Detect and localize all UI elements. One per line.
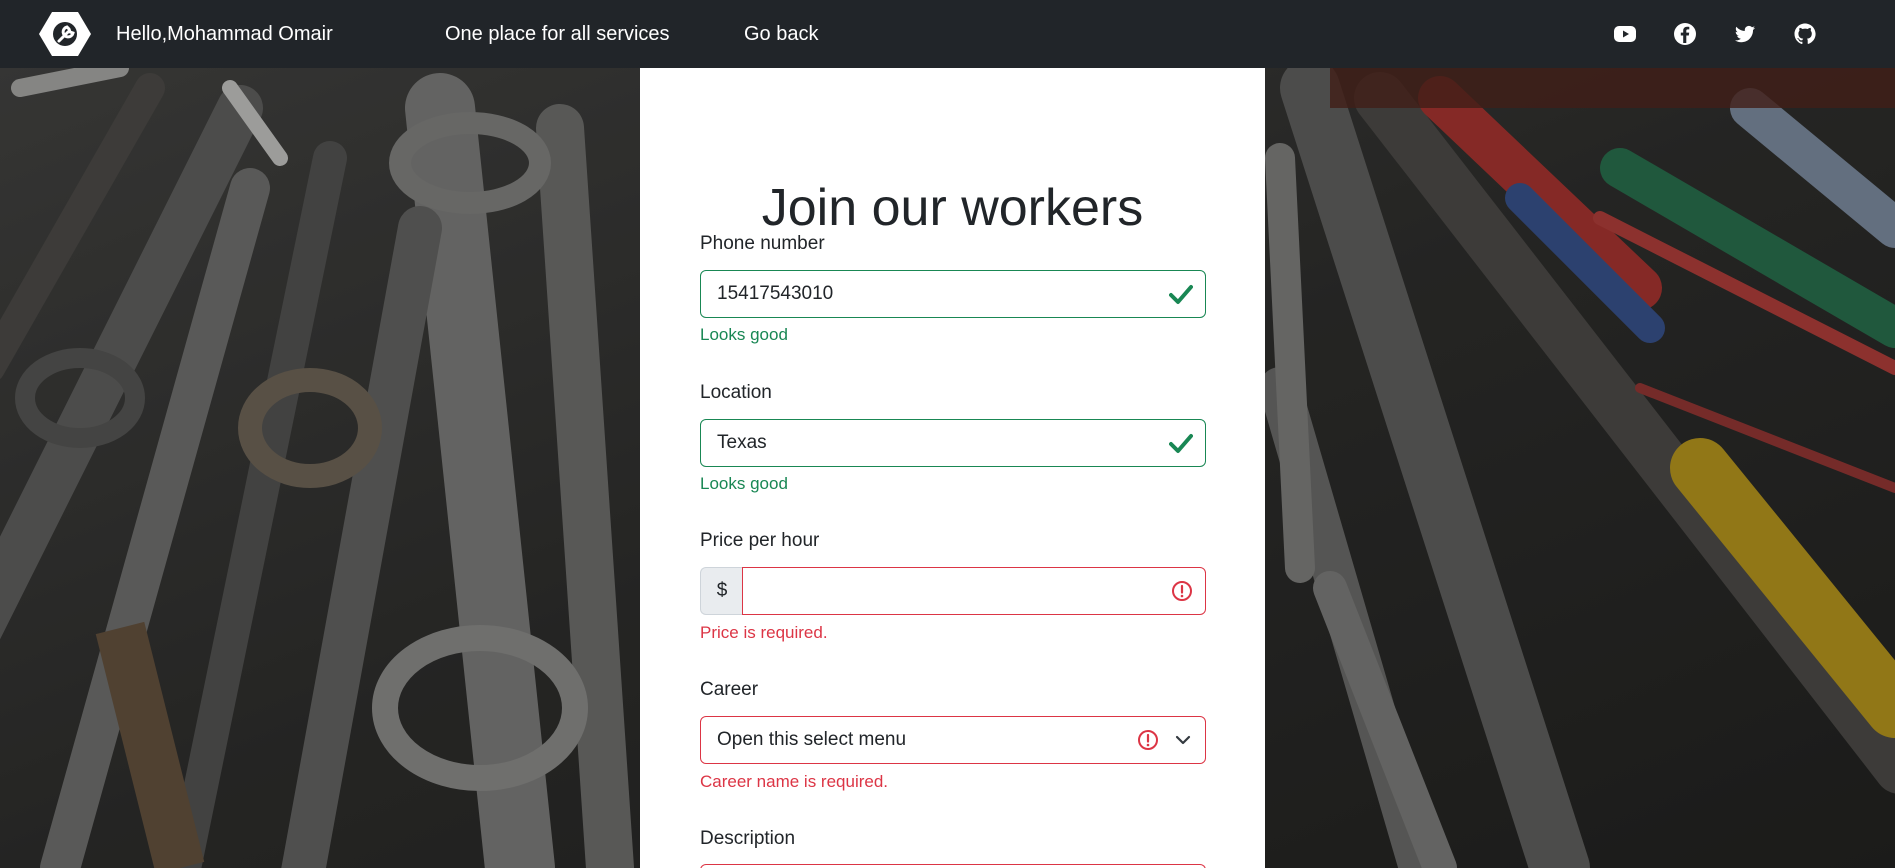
description-label: Description	[700, 828, 796, 849]
dollar-prefix: $	[700, 567, 743, 615]
location-input[interactable]	[717, 420, 1137, 466]
location-feedback: Looks good	[700, 474, 788, 493]
nav-greeting[interactable]: Hello,Mohammad Omair	[116, 0, 333, 68]
navbar: Hello,Mohammad Omair One place for all s…	[0, 0, 1895, 68]
check-icon	[1169, 285, 1193, 304]
twitter-icon[interactable]	[1733, 22, 1757, 46]
career-label: Career	[700, 679, 759, 700]
price-feedback: Price is required.	[700, 623, 828, 642]
description-field[interactable]	[700, 864, 1206, 868]
error-icon	[1138, 730, 1158, 750]
youtube-icon[interactable]	[1613, 22, 1637, 46]
career-select[interactable]: Open this select menu	[700, 716, 1206, 764]
form-title: Join our workers	[761, 179, 1144, 237]
error-icon	[1172, 581, 1192, 601]
wrench-logo-icon[interactable]	[38, 10, 92, 58]
nav-go-back-link[interactable]: Go back	[744, 0, 818, 68]
phone-feedback: Looks good	[700, 325, 788, 344]
price-input-group: $	[700, 567, 1206, 615]
nav-services-link[interactable]: One place for all services	[445, 0, 670, 68]
location-label: Location	[700, 382, 772, 403]
career-selected-value: Open this select menu	[717, 729, 907, 750]
join-form-card: Join our workers Phone number Looks good…	[640, 68, 1265, 868]
phone-label: Phone number	[700, 233, 825, 254]
career-feedback: Career name is required.	[700, 772, 889, 791]
facebook-icon[interactable]	[1673, 22, 1697, 46]
location-field[interactable]	[700, 419, 1206, 467]
phone-input[interactable]	[717, 271, 1137, 317]
price-field[interactable]	[742, 567, 1206, 615]
github-icon[interactable]	[1793, 22, 1817, 46]
phone-field[interactable]	[700, 270, 1206, 318]
check-icon	[1169, 434, 1193, 453]
price-label: Price per hour	[700, 530, 820, 551]
chevron-down-icon	[1175, 735, 1191, 745]
price-input[interactable]	[755, 568, 1155, 614]
